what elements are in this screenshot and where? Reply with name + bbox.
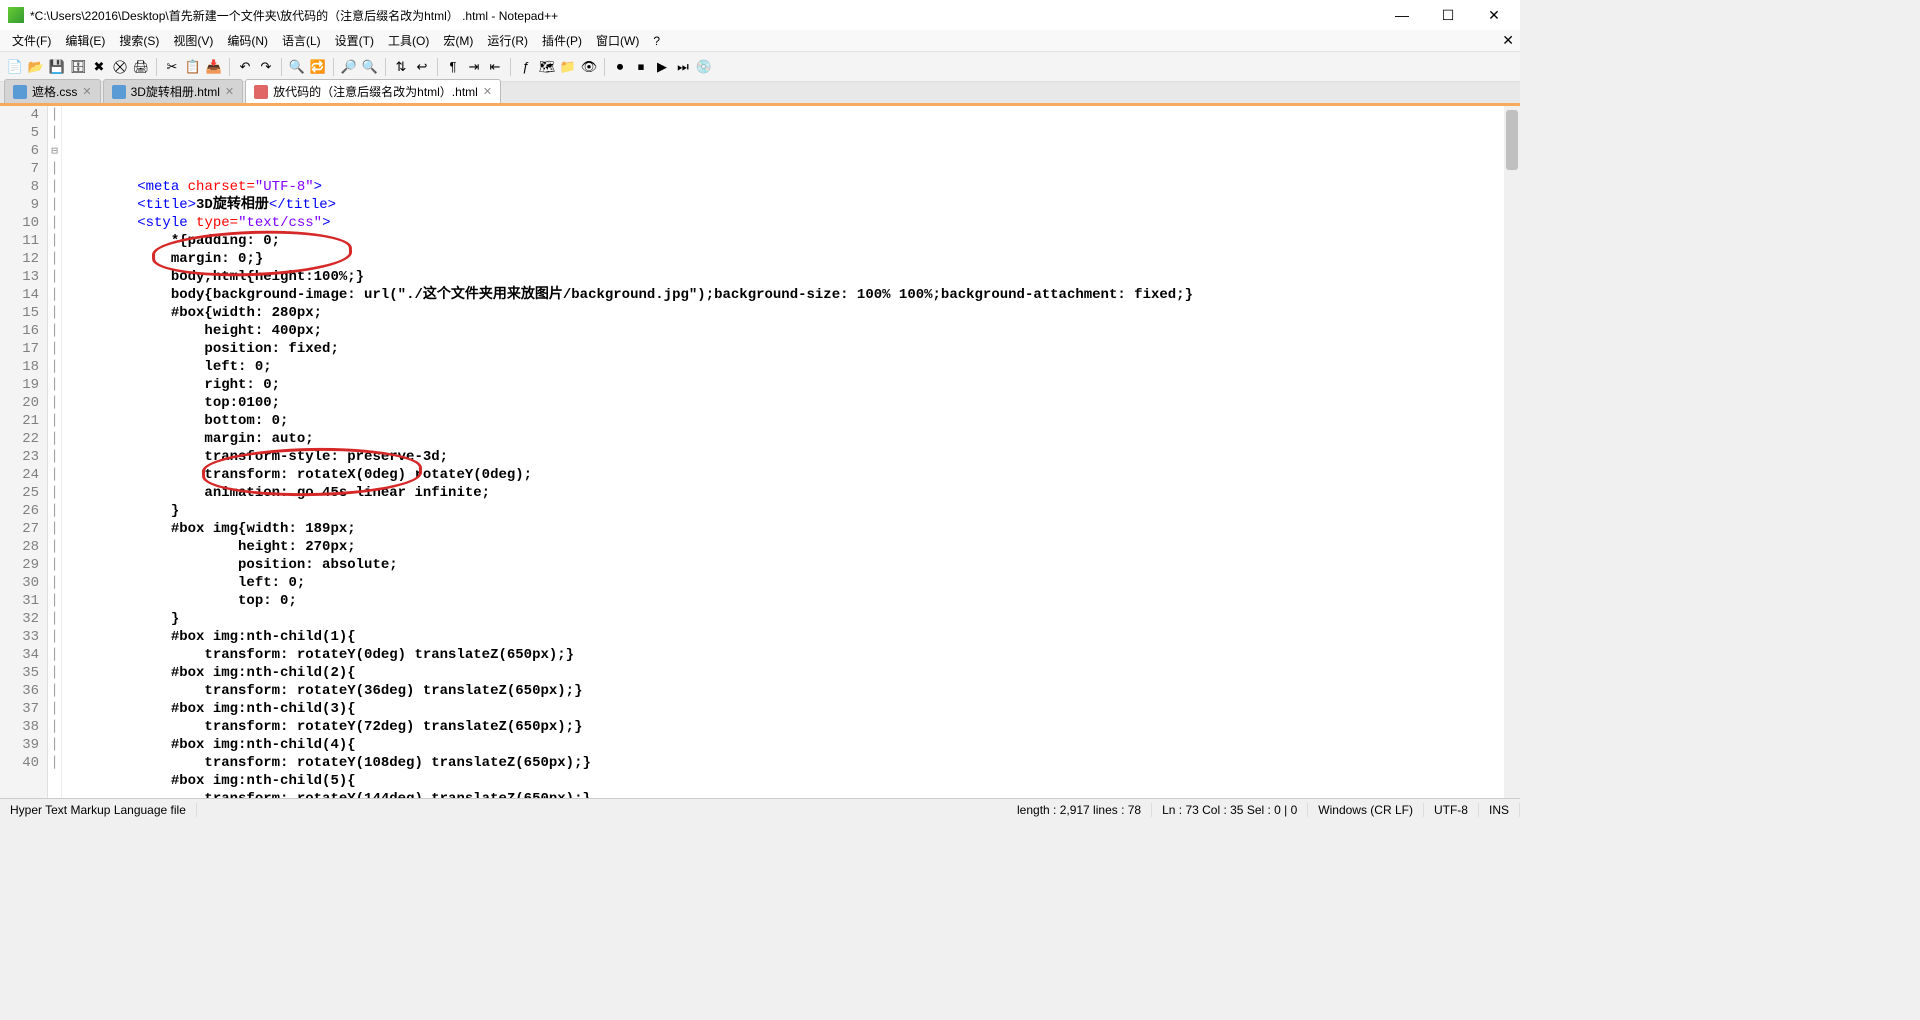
record-macro-icon[interactable]: ⏺ — [611, 58, 629, 76]
tab-file-2[interactable]: 3D旋转相册.html ✕ — [103, 79, 244, 103]
wordwrap-icon[interactable]: ↩ — [413, 58, 431, 76]
file-icon — [112, 85, 126, 99]
window-title: *C:\Users\22016\Desktop\首先新建一个文件夹\放代码的（注… — [30, 7, 1388, 24]
statusbar: Hyper Text Markup Language file length :… — [0, 798, 1520, 820]
status-filetype: Hyper Text Markup Language file — [0, 803, 197, 817]
tab-label: 放代码的（注意后缀名改为html）.html — [273, 83, 478, 100]
menu-help[interactable]: ? — [647, 32, 666, 50]
menu-macro[interactable]: 宏(M) — [437, 30, 479, 51]
indent-icon[interactable]: ⇥ — [465, 58, 483, 76]
close-tab-icon[interactable]: ✕ — [82, 85, 91, 98]
menu-run[interactable]: 运行(R) — [481, 30, 534, 51]
file-icon — [13, 85, 27, 99]
toolbar-separator — [333, 58, 334, 76]
maximize-button[interactable]: ☐ — [1434, 7, 1462, 24]
app-icon — [8, 7, 24, 23]
zoom-in-icon[interactable]: 🔎 — [340, 58, 358, 76]
menu-edit[interactable]: 编辑(E) — [59, 30, 111, 51]
cut-icon[interactable]: ✂ — [163, 58, 181, 76]
zoom-out-icon[interactable]: 🔍 — [361, 58, 379, 76]
find-icon[interactable]: 🔍 — [288, 58, 306, 76]
window-controls: — ☐ ✕ — [1388, 7, 1508, 24]
tab-file-3[interactable]: 放代码的（注意后缀名改为html）.html ✕ — [245, 79, 501, 103]
open-file-icon[interactable]: 📂 — [27, 58, 45, 76]
status-encoding[interactable]: UTF-8 — [1424, 803, 1479, 817]
menu-language[interactable]: 语言(L) — [276, 30, 327, 51]
copy-icon[interactable]: 📋 — [184, 58, 202, 76]
menu-settings[interactable]: 设置(T) — [329, 30, 380, 51]
menu-window[interactable]: 窗口(W) — [590, 30, 645, 51]
status-eol[interactable]: Windows (CR LF) — [1308, 803, 1424, 817]
close-all-icon[interactable]: ⛒ — [111, 58, 129, 76]
replace-icon[interactable]: 🔁 — [309, 58, 327, 76]
menubar-close-icon[interactable]: ✕ — [1502, 32, 1514, 49]
doc-map-icon[interactable]: 🗺 — [538, 58, 556, 76]
close-tab-icon[interactable]: ✕ — [225, 85, 234, 98]
save-icon[interactable]: 💾 — [48, 58, 66, 76]
toolbar-separator — [437, 58, 438, 76]
redo-icon[interactable]: ↷ — [257, 58, 275, 76]
undo-icon[interactable]: ↶ — [236, 58, 254, 76]
scrollbar-thumb[interactable] — [1506, 110, 1518, 170]
paste-icon[interactable]: 📥 — [205, 58, 223, 76]
file-icon — [254, 85, 268, 99]
menu-search[interactable]: 搜索(S) — [113, 30, 165, 51]
close-file-icon[interactable]: ✖ — [90, 58, 108, 76]
print-icon[interactable]: 🖨 — [132, 58, 150, 76]
status-position: Ln : 73 Col : 35 Sel : 0 | 0 — [1152, 803, 1308, 817]
menubar: 文件(F) 编辑(E) 搜索(S) 视图(V) 编码(N) 语言(L) 设置(T… — [0, 30, 1520, 52]
function-list-icon[interactable]: ƒ — [517, 58, 535, 76]
code-area[interactable]: <meta charset="UTF-8"> <title>3D旋转相册</ti… — [62, 106, 1504, 798]
folder-icon[interactable]: 📁 — [559, 58, 577, 76]
close-button[interactable]: ✕ — [1480, 7, 1508, 24]
status-length: length : 2,917 lines : 78 — [1007, 803, 1152, 817]
minimize-button[interactable]: — — [1388, 7, 1416, 24]
toolbar-separator — [385, 58, 386, 76]
titlebar: *C:\Users\22016\Desktop\首先新建一个文件夹\放代码的（注… — [0, 0, 1520, 30]
toolbar-separator — [156, 58, 157, 76]
toolbar-separator — [510, 58, 511, 76]
line-number-gutter: 4567891011121314151617181920212223242526… — [0, 106, 48, 798]
toolbar-separator — [281, 58, 282, 76]
sync-scroll-icon[interactable]: ⇅ — [392, 58, 410, 76]
monitoring-icon[interactable]: 👁 — [580, 58, 598, 76]
outdent-icon[interactable]: ⇤ — [486, 58, 504, 76]
tab-label: 3D旋转相册.html — [131, 83, 220, 100]
vertical-scrollbar[interactable] — [1504, 106, 1520, 798]
menu-plugins[interactable]: 插件(P) — [536, 30, 588, 51]
menu-tools[interactable]: 工具(O) — [382, 30, 435, 51]
new-file-icon[interactable]: 📄 — [6, 58, 24, 76]
app-window: *C:\Users\22016\Desktop\首先新建一个文件夹\放代码的（注… — [0, 0, 1520, 820]
menu-encoding[interactable]: 编码(N) — [221, 30, 274, 51]
menu-view[interactable]: 视图(V) — [167, 30, 219, 51]
tab-file-1[interactable]: 遮格.css ✕ — [4, 79, 101, 103]
save-all-icon[interactable]: 🗄 — [69, 58, 87, 76]
close-tab-icon[interactable]: ✕ — [483, 85, 492, 98]
play-macro-icon[interactable]: ▶ — [653, 58, 671, 76]
toolbar: 📄 📂 💾 🗄 ✖ ⛒ 🖨 ✂ 📋 📥 ↶ ↷ 🔍 🔁 🔎 🔍 ⇅ ↩ ¶ ⇥ … — [0, 52, 1520, 82]
play-multi-icon[interactable]: ⏭ — [674, 58, 692, 76]
show-symbol-icon[interactable]: ¶ — [444, 58, 462, 76]
tabbar: 遮格.css ✕ 3D旋转相册.html ✕ 放代码的（注意后缀名改为html）… — [0, 82, 1520, 106]
tab-label: 遮格.css — [32, 83, 77, 100]
toolbar-separator — [604, 58, 605, 76]
menu-file[interactable]: 文件(F) — [6, 30, 57, 51]
save-macro-icon[interactable]: 💿 — [695, 58, 713, 76]
status-insert-mode[interactable]: INS — [1479, 803, 1520, 817]
toolbar-separator — [229, 58, 230, 76]
fold-column[interactable]: ││⊟││││││││││││││││││││││││││││││││││ — [48, 106, 62, 798]
editor: 4567891011121314151617181920212223242526… — [0, 106, 1520, 798]
stop-macro-icon[interactable]: ⏹ — [632, 58, 650, 76]
